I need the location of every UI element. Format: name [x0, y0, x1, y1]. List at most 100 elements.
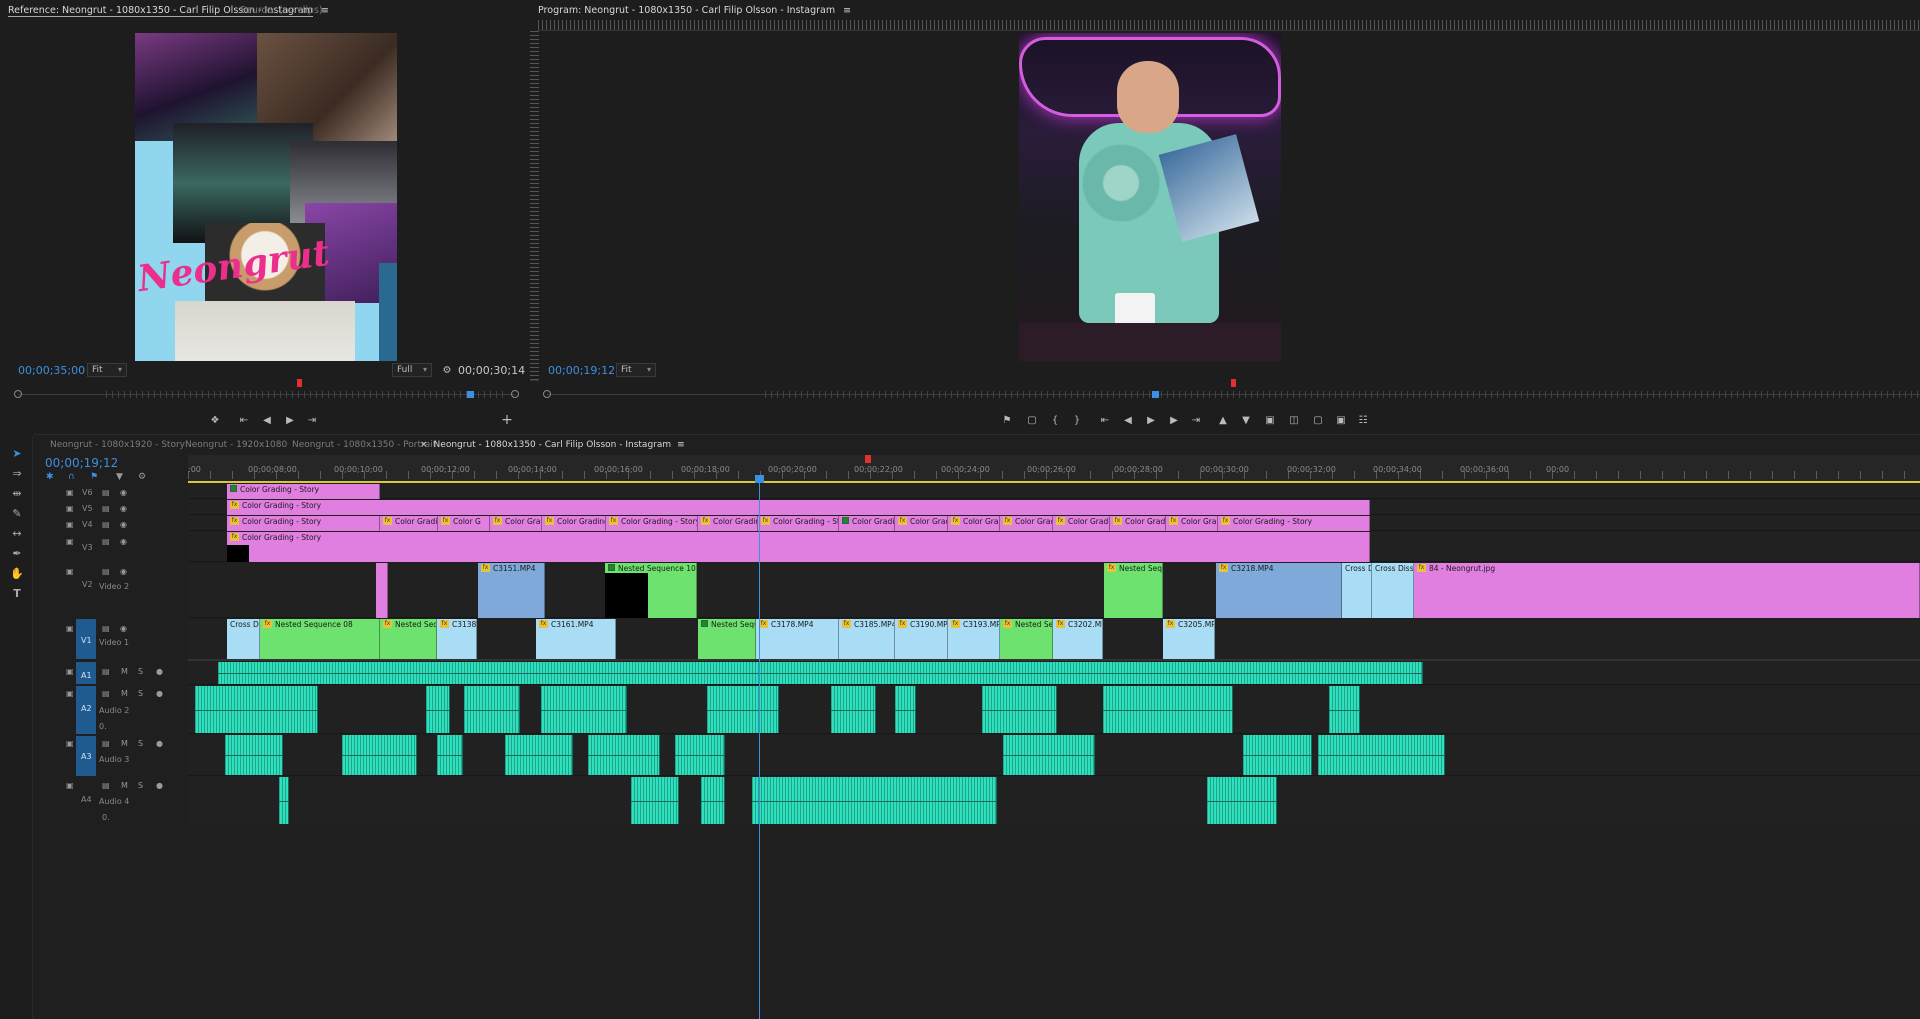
clip-adjustment-layer[interactable]: fxColor Gradi: [948, 516, 1000, 531]
sync-lock-icon[interactable]: ▤: [102, 739, 110, 748]
insert-icon[interactable]: ❖: [208, 413, 222, 427]
safe-margins-icon[interactable]: ▢: [1311, 413, 1325, 427]
clip-adjustment-layer[interactable]: fxColor Grading - Story: [227, 516, 380, 531]
eye-icon[interactable]: ◉: [120, 624, 127, 633]
clip-audio[interactable]: [752, 777, 997, 824]
clip-adjustment-layer[interactable]: fxColor Grading -: [1110, 516, 1166, 531]
program-timecode[interactable]: 00;00;19;12: [548, 364, 615, 377]
lock-icon[interactable]: ▣: [66, 689, 74, 698]
clip-transition[interactable]: Cross Dissolv: [227, 619, 260, 659]
clip-image[interactable]: fx 84 - Neongrut.jpg: [1414, 563, 1920, 618]
solo-button[interactable]: S: [138, 739, 143, 748]
lock-icon[interactable]: ▣: [66, 520, 74, 529]
clip-audio[interactable]: [437, 735, 463, 775]
clip-adjustment-layer[interactable]: fxColor Gradi: [1166, 516, 1218, 531]
export-frame-icon[interactable]: ▣: [1263, 413, 1277, 427]
clip-adjustment-layer[interactable]: fxColor Grading: [698, 516, 758, 531]
solo-button[interactable]: S: [138, 689, 143, 698]
clip-video[interactable]: fxC3193.MP4: [948, 619, 1000, 659]
comparison-view-icon[interactable]: ◫: [1287, 413, 1301, 427]
clip-audio[interactable]: [588, 735, 660, 775]
clip-nested-sequence[interactable]: fxNested Seque: [1104, 563, 1163, 618]
a4-volume[interactable]: 0.: [102, 813, 110, 822]
playhead-line[interactable]: [759, 475, 760, 1019]
clip-adjustment-layer[interactable]: fxColor Grading -: [542, 516, 606, 531]
clip-video[interactable]: fx C3202.MP: [1053, 619, 1103, 659]
tab-sequence-story[interactable]: Neongrut - 1080x1920 - Story: [50, 440, 185, 450]
sync-lock-icon[interactable]: ▤: [102, 667, 110, 676]
lock-icon[interactable]: ▣: [66, 667, 74, 676]
solo-button[interactable]: S: [138, 781, 143, 790]
clip-audio[interactable]: [707, 686, 779, 733]
extract-icon[interactable]: ▼: [1239, 413, 1253, 427]
clip-audio[interactable]: [505, 735, 573, 775]
hand-tool-icon[interactable]: ✋: [9, 566, 25, 582]
clip-adjustment-layer[interactable]: fxColor Gradi: [1053, 516, 1110, 531]
sync-lock-icon[interactable]: ▤: [102, 504, 110, 513]
clip-nested-sequence[interactable]: fx Nested Sequence 08: [260, 619, 380, 659]
eye-icon[interactable]: ◉: [120, 520, 127, 529]
clip-transition[interactable]: Cross Dissol: [1342, 563, 1372, 618]
timeline-timecode[interactable]: 00;00;19;12: [45, 456, 118, 470]
program-scrub-bar[interactable]: [543, 379, 1920, 401]
clip-audio[interactable]: [1103, 686, 1233, 733]
clip-adjustment-layer[interactable]: fxColor Grading: [380, 516, 438, 531]
clip-video[interactable]: fx C3138.: [437, 619, 477, 659]
step-back-icon[interactable]: ◀: [260, 413, 274, 427]
clip-audio[interactable]: [342, 735, 417, 775]
clip-adjustment-layer[interactable]: fxColor Grading - Story: [758, 516, 839, 531]
clip-video[interactable]: fxC3205.MP4: [1163, 619, 1215, 659]
clip-audio[interactable]: [1207, 777, 1277, 824]
eye-icon[interactable]: ◉: [120, 504, 127, 513]
mute-button[interactable]: M: [121, 739, 128, 748]
clip-adjustment-layer[interactable]: fxColor Gradi: [1000, 516, 1053, 531]
lock-icon[interactable]: ▣: [66, 504, 74, 513]
panel-menu-icon[interactable]: ≡: [843, 5, 851, 16]
lock-icon[interactable]: ▣: [66, 739, 74, 748]
ruler-work-area-marker[interactable]: [865, 455, 871, 463]
eye-icon[interactable]: ◉: [120, 567, 127, 576]
clip-adjustment-layer[interactable]: fxColor Grading - Story: [227, 532, 1370, 562]
clip-audio[interactable]: [218, 662, 1423, 684]
mute-button[interactable]: M: [121, 689, 128, 698]
clip-adjustment-layer[interactable]: fxColor Grading - Story: [1218, 516, 1370, 531]
wrench-icon[interactable]: ⚙: [138, 472, 146, 482]
selection-tool-icon[interactable]: ➤: [9, 446, 25, 462]
mark-in-icon[interactable]: {: [1048, 413, 1062, 427]
clip-audio[interactable]: [195, 686, 318, 733]
reference-scrub-bar[interactable]: [14, 379, 519, 401]
type-tool-icon[interactable]: T: [9, 586, 25, 602]
clip-transition[interactable]: Cross Dissol: [1372, 563, 1414, 618]
sync-lock-icon[interactable]: ▤: [102, 689, 110, 698]
snap-icon[interactable]: ✱: [46, 472, 54, 482]
clip-audio[interactable]: [982, 686, 1057, 733]
sync-lock-icon[interactable]: ▤: [102, 488, 110, 497]
clip-adjustment-layer[interactable]: fx Color G: [438, 516, 490, 531]
play-icon[interactable]: ▶: [1144, 413, 1158, 427]
reference-quality-dropdown[interactable]: Full ▾: [392, 363, 432, 377]
program-fit-dropdown[interactable]: Fit ▾: [616, 363, 656, 377]
tab-sequence-instagram[interactable]: × Neongrut - 1080x1350 - Carl Filip Olsso…: [420, 440, 685, 450]
razor-tool-icon[interactable]: ✎: [9, 506, 25, 522]
solo-button[interactable]: S: [138, 667, 143, 676]
clip-video[interactable]: fx C3185.MP4: [839, 619, 895, 659]
marker-icon[interactable]: ▼: [116, 472, 123, 482]
mute-button[interactable]: M: [121, 667, 128, 676]
lock-icon[interactable]: ▣: [66, 781, 74, 790]
mark-out-icon[interactable]: }: [1070, 413, 1084, 427]
clip-adjustment-layer[interactable]: fxColor Gradin: [895, 516, 948, 531]
clip-video[interactable]: fx C3151.MP4: [478, 563, 545, 618]
clip-adjustment-layer[interactable]: fxColor Grading - Story: [227, 500, 1370, 515]
voiceover-icon[interactable]: ●: [156, 781, 163, 790]
settings-icon[interactable]: ☷: [1356, 413, 1370, 427]
clip-video[interactable]: fx C3218.MP4: [1216, 563, 1342, 618]
clip-audio[interactable]: [1329, 686, 1360, 733]
mute-button[interactable]: M: [121, 781, 128, 790]
go-to-out-icon[interactable]: ⇥: [305, 413, 319, 427]
track-select-tool-icon[interactable]: ⇒: [9, 466, 25, 482]
step-forward-icon[interactable]: ▶: [1167, 413, 1181, 427]
clip-audio[interactable]: [1003, 735, 1095, 775]
panel-menu-icon[interactable]: ≡: [677, 440, 685, 450]
clip-audio[interactable]: [279, 777, 289, 824]
clip-audio[interactable]: [895, 686, 916, 733]
